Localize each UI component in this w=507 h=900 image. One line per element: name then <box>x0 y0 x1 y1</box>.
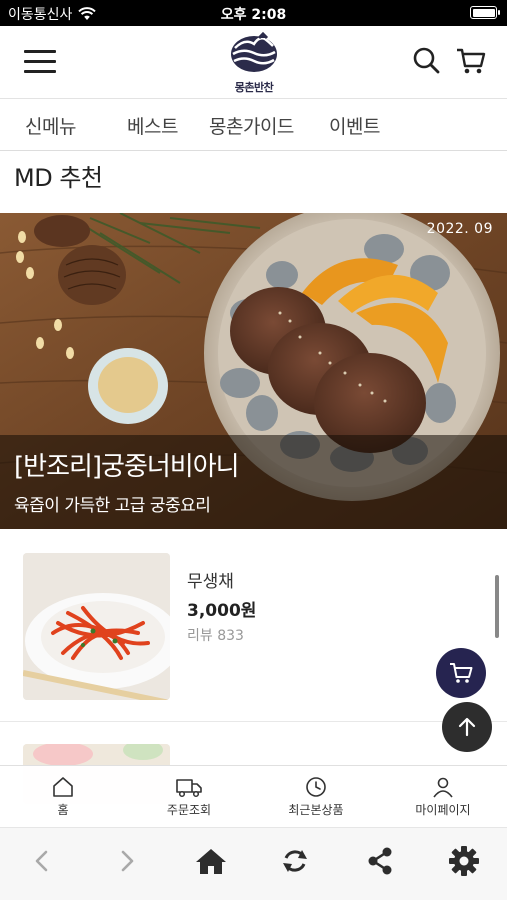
cart-icon <box>450 663 473 683</box>
clock-icon <box>306 777 326 797</box>
browser-toolbar <box>0 827 507 900</box>
nav-mypage-label: 마이페이지 <box>415 803 471 817</box>
brand-name: 몽촌반찬 <box>234 81 274 94</box>
nav-home-label: 홈 <box>57 803 69 817</box>
category-tabs: 신메뉴 베스트 몽촌가이드 이벤트 <box>0 99 507 151</box>
nav-recent-label: 최근본상품 <box>288 803 344 817</box>
promo-banner[interactable]: 2022. 09 [반조리]궁중너비아니 육즙이 가득한 고급 궁중요리 <box>0 213 507 529</box>
hamburger-menu-icon[interactable] <box>24 50 58 74</box>
status-time: 오후 2:08 <box>220 7 287 23</box>
arrow-up-icon <box>458 717 476 737</box>
forward-icon[interactable] <box>107 844 147 878</box>
nav-mypage[interactable]: 마이페이지 <box>380 766 506 828</box>
tab-new-menu[interactable]: 신메뉴 <box>25 112 76 139</box>
banner-title: [반조리]궁중너비아니 <box>14 452 240 482</box>
product-name[interactable]: 무생채 <box>187 567 234 592</box>
banner-subtitle: 육즙이 가득한 고급 궁중요리 <box>14 496 211 516</box>
product-review-count: 리뷰 833 <box>187 628 244 644</box>
tab-guide[interactable]: 몽촌가이드 <box>209 112 294 139</box>
search-icon[interactable] <box>410 44 444 78</box>
share-icon[interactable] <box>360 844 400 878</box>
floating-cart-button[interactable] <box>436 648 486 698</box>
truck-icon <box>176 779 202 798</box>
tab-best[interactable]: 베스트 <box>127 112 178 139</box>
product-image[interactable] <box>23 553 170 700</box>
tab-event[interactable]: 이벤트 <box>329 112 380 139</box>
person-icon <box>433 777 453 798</box>
home-outline-icon <box>53 777 73 797</box>
product-price: 3,000원 <box>187 601 257 621</box>
nav-orders[interactable]: 주문조회 <box>126 766 252 828</box>
section-title: MD 추천 <box>14 164 103 192</box>
banner-caption: [반조리]궁중너비아니 육즙이 가득한 고급 궁중요리 <box>0 435 507 529</box>
bottom-navigation: 홈 주문조회 최근본상품 마이페이지 <box>0 765 507 827</box>
back-icon[interactable] <box>22 844 62 878</box>
divider <box>0 721 507 722</box>
cart-icon[interactable] <box>454 44 488 78</box>
nav-recent[interactable]: 최근본상품 <box>253 766 379 828</box>
refresh-icon[interactable] <box>275 844 315 878</box>
banner-date: 2022. 09 <box>426 221 493 237</box>
scroll-top-button[interactable] <box>442 702 492 752</box>
settings-icon[interactable] <box>444 844 484 878</box>
header: 몽촌반찬 <box>0 26 507 99</box>
nav-orders-label: 주문조회 <box>166 803 212 817</box>
brand-logo[interactable]: 몽촌반찬 <box>222 30 286 96</box>
nav-home[interactable]: 홈 <box>0 766 126 828</box>
status-bar: 이동통신사 오후 2:08 <box>0 0 507 26</box>
logo-mark-icon <box>231 31 277 72</box>
scrollbar[interactable] <box>495 575 499 638</box>
battery-icon <box>470 6 500 19</box>
home-icon[interactable] <box>191 844 231 878</box>
